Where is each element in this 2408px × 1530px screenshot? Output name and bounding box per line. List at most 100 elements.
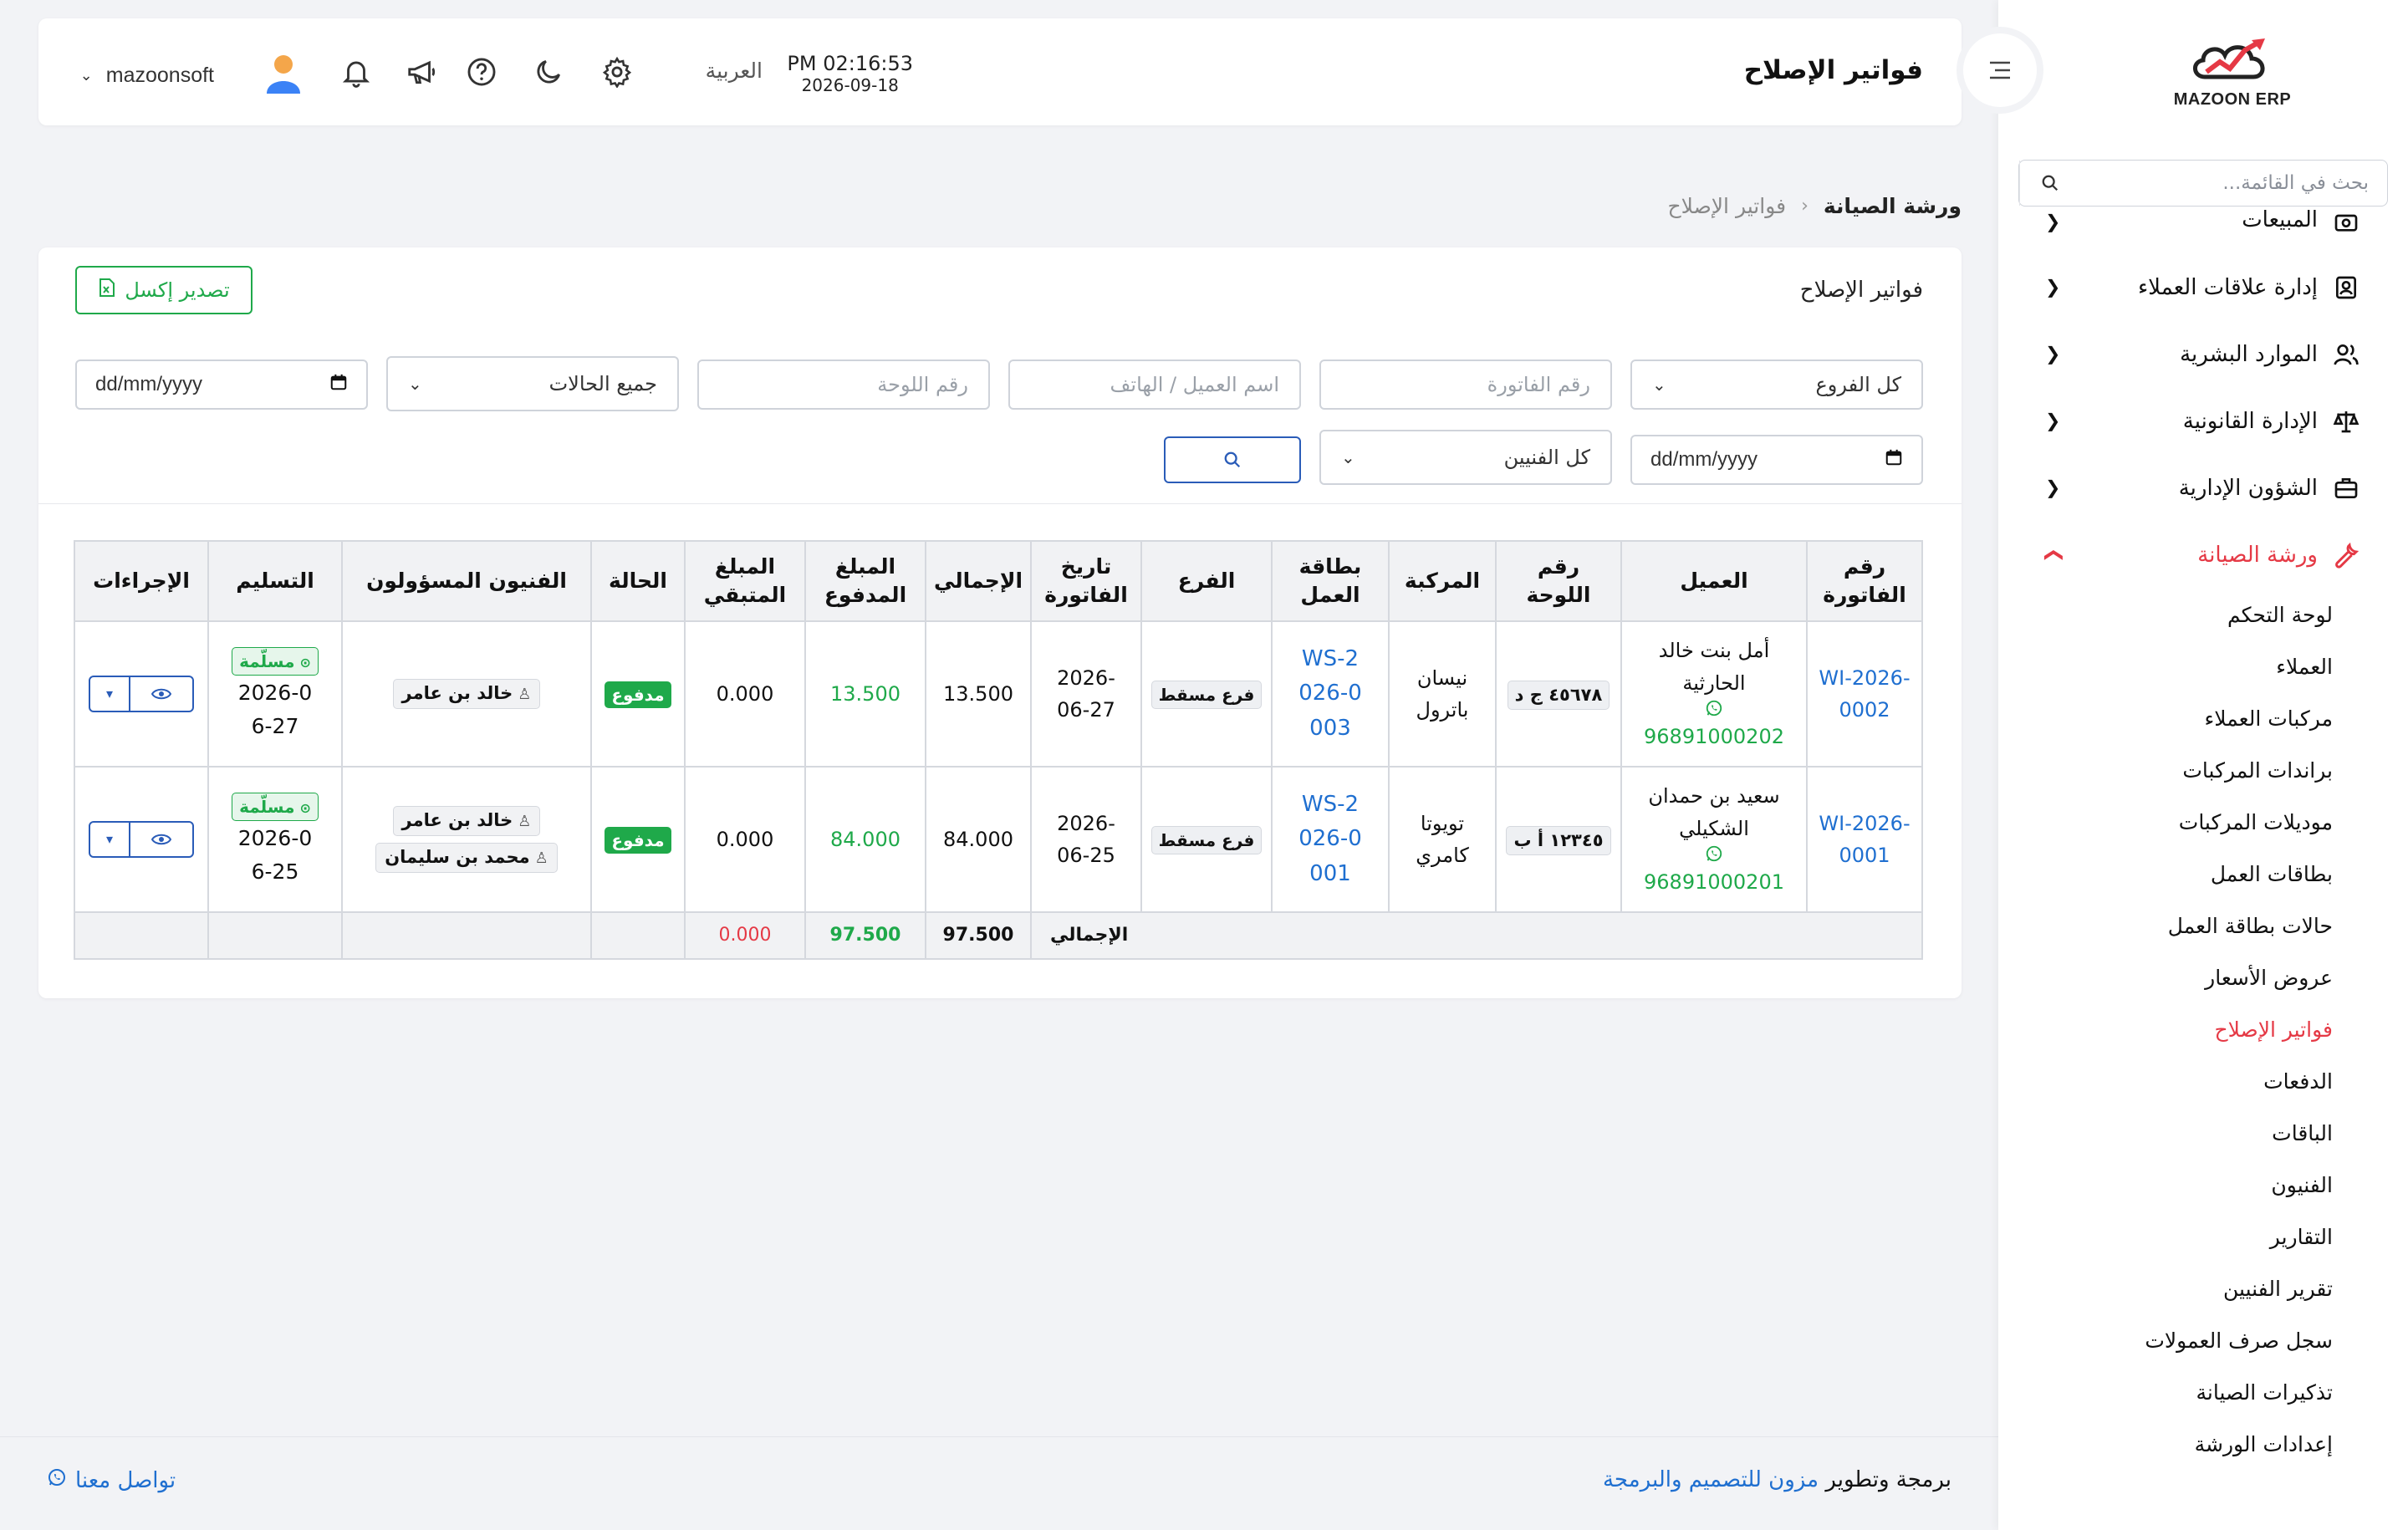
sidebar-subitem-payments[interactable]: الدفعات <box>1998 1055 2333 1107</box>
bell-icon[interactable] <box>336 52 376 92</box>
gear-icon[interactable] <box>597 52 637 92</box>
sidebar-toggle-button[interactable] <box>1963 33 2037 107</box>
invoice-number-input[interactable] <box>1319 360 1612 410</box>
th-invoice-date[interactable]: تاريخ الفاتورة <box>1030 540 1142 622</box>
breadcrumb-parent[interactable]: ورشة الصيانة <box>1824 194 1962 218</box>
sidebar-item-legal[interactable]: الإدارة القانونية ❮ <box>1998 388 2408 455</box>
export-excel-button[interactable]: تصدير إكسل <box>75 266 253 314</box>
plate-badge: ٤٥٦٧٨ ج د <box>1507 680 1610 711</box>
briefcase-icon <box>2331 473 2361 503</box>
invoices-table-wrap: رقم الفاتورة العميل رقم اللوحة المركبة ب… <box>74 540 1923 960</box>
th-invoice-no[interactable]: رقم الفاتورة <box>1806 540 1923 622</box>
th-paid[interactable]: المبلغ المدفوع <box>804 540 926 622</box>
sidebar-search-input[interactable] <box>2079 161 2387 206</box>
actions-dropdown-button[interactable]: ▾ <box>90 677 130 711</box>
sidebar-subitem-quotations[interactable]: عروض الأسعار <box>1998 951 2333 1003</box>
actions-dropdown-button[interactable]: ▾ <box>90 823 130 856</box>
th-technicians[interactable]: الفنيون المسؤولون <box>341 540 592 622</box>
megaphone-icon[interactable] <box>401 52 441 92</box>
clock-date: 2026-09-18 <box>801 75 899 95</box>
credit-brand-link[interactable]: مزون للتصميم والبرمجة <box>1603 1467 1819 1492</box>
check-circle-icon: ⊙ <box>299 799 311 816</box>
th-remaining[interactable]: المبلغ المتبقي <box>684 540 806 622</box>
contact-us-link[interactable]: تواصل معنا <box>47 1467 176 1493</box>
branch-badge: فرع مسقط <box>1150 825 1263 854</box>
plate-number-input[interactable] <box>697 360 990 410</box>
th-status[interactable]: الحالة <box>590 540 686 622</box>
total-sum: 97.500 <box>925 911 1032 960</box>
date-to-input[interactable]: dd/mm/yyyy <box>1630 435 1923 485</box>
sidebar-subitem-vehicle-models[interactable]: موديلات المركبات <box>1998 796 2333 848</box>
status-select[interactable]: جميع الحالات ⌄ <box>386 356 679 411</box>
sidebar-item-crm[interactable]: إدارة علاقات العملاء ❮ <box>1998 254 2408 321</box>
invoice-link[interactable]: WI-2026-0002 <box>1819 662 1911 727</box>
invoice-link[interactable]: WI-2026-0001 <box>1819 808 1911 872</box>
cell-branch: فرع مسقط <box>1140 766 1273 913</box>
sidebar-subitem-technicians[interactable]: الفنيون <box>1998 1159 2333 1211</box>
date-from-input[interactable]: dd/mm/yyyy <box>75 360 368 410</box>
users-icon <box>2331 339 2361 370</box>
sidebar-item-hr[interactable]: الموارد البشرية ❮ <box>1998 321 2408 388</box>
sidebar-subitem-vehicle-brands[interactable]: براندات المركبات <box>1998 744 2333 796</box>
chevron-left-icon: ❮ <box>2045 212 2061 233</box>
th-delivery[interactable]: التسليم <box>207 540 343 622</box>
cell-paid: 13.500 <box>804 620 926 768</box>
sidebar-subitem-workshop-settings[interactable]: إعدادات الورشة <box>1998 1418 2333 1470</box>
th-job-card[interactable]: بطاقة العمل <box>1271 540 1390 622</box>
clock-time: PM 02:16:53 <box>787 52 913 75</box>
sidebar-item-admin[interactable]: الشؤون الإدارية ❮ <box>1998 455 2408 522</box>
search-icon[interactable] <box>2019 161 2079 206</box>
calendar-icon[interactable] <box>329 373 348 397</box>
sidebar: MAZOON ERP المبيعات ❮ إدارة علاقات العمل… <box>1998 0 2408 1530</box>
sidebar-subitem-reports[interactable]: التقارير <box>1998 1211 2333 1262</box>
sidebar-item-sales[interactable]: المبيعات ❮ <box>1998 207 2408 254</box>
sidebar-subitem-dashboard[interactable]: لوحة التحكم <box>1998 589 2333 640</box>
customer-phone-input[interactable] <box>1008 360 1301 410</box>
dark-mode-moon-icon[interactable] <box>528 52 569 92</box>
customer-phone[interactable]: 96891000202 <box>1627 721 1801 752</box>
calendar-icon[interactable] <box>1885 448 1903 472</box>
cell-plate: ١٢٣٤٥ أ ب <box>1495 766 1622 913</box>
user-menu[interactable]: ⌄ mazoonsoft <box>52 52 303 99</box>
invoice-date: 2026-06-27 <box>1057 666 1115 722</box>
technicians-select[interactable]: كل الفنيين ⌄ <box>1319 430 1612 485</box>
whatsapp-icon[interactable] <box>1627 844 1801 866</box>
th-branch[interactable]: الفرع <box>1140 540 1273 622</box>
cell-delivery: ⊙مسلّمة 2026-06-25 <box>207 766 343 913</box>
help-icon[interactable] <box>462 52 502 92</box>
sidebar-item-workshop[interactable]: ورشة الصيانة ❮ <box>1998 522 2408 589</box>
sidebar-subitem-packages[interactable]: الباقات <box>1998 1107 2333 1159</box>
branch-select[interactable]: كل الفروع ⌄ <box>1630 360 1923 410</box>
sidebar-subitem-job-cards[interactable]: بطاقات العمل <box>1998 848 2333 900</box>
job-card-link[interactable]: WS-2026-0003 <box>1297 642 1364 747</box>
language-switch[interactable]: العربية <box>706 59 763 83</box>
sidebar-subitem-repair-invoices[interactable]: فواتير الإصلاح <box>1998 1003 2333 1055</box>
sidebar-subitem-customer-vehicles[interactable]: مركبات العملاء <box>1998 692 2333 744</box>
technician-badge: ♙محمد بن سليمان <box>375 843 558 873</box>
chevron-down-icon: ⌄ <box>1652 375 1666 395</box>
sidebar-subitem-customers[interactable]: العملاء <box>1998 640 2333 692</box>
sidebar-subitem-technicians-report[interactable]: تقرير الفنيين <box>1998 1262 2333 1314</box>
sidebar-nav: المبيعات ❮ إدارة علاقات العملاء ❮ الموار… <box>1998 207 2408 1470</box>
status-badge: مدفوع <box>605 826 671 854</box>
chevron-left-icon: ‹ <box>1801 196 1809 217</box>
th-customer[interactable]: العميل <box>1620 540 1808 622</box>
contacts-icon <box>2331 273 2361 303</box>
user-icon: ♙ <box>534 849 548 867</box>
date-placeholder: dd/mm/yyyy <box>95 373 203 395</box>
th-plate[interactable]: رقم اللوحة <box>1495 540 1622 622</box>
logo[interactable]: MAZOON ERP <box>2166 33 2299 117</box>
search-button[interactable] <box>1164 436 1301 483</box>
view-eye-icon[interactable] <box>130 677 192 711</box>
th-total[interactable]: الإجمالي <box>925 540 1032 622</box>
whatsapp-icon[interactable] <box>1627 699 1801 721</box>
job-card-link[interactable]: WS-2026-0001 <box>1297 788 1364 892</box>
view-eye-icon[interactable] <box>130 823 192 856</box>
sidebar-subitem-commissions-log[interactable]: سجل صرف العمولات <box>1998 1314 2333 1366</box>
sidebar-subitem-job-card-statuses[interactable]: حالات بطاقة العمل <box>1998 900 2333 951</box>
sidebar-subitem-maintenance-reminders[interactable]: تذكيرات الصيانة <box>1998 1366 2333 1418</box>
customer-phone[interactable]: 96891000201 <box>1627 866 1801 898</box>
th-vehicle[interactable]: المركبة <box>1388 540 1497 622</box>
avatar <box>264 52 303 99</box>
table-header-row: رقم الفاتورة العميل رقم اللوحة المركبة ب… <box>74 540 1923 622</box>
